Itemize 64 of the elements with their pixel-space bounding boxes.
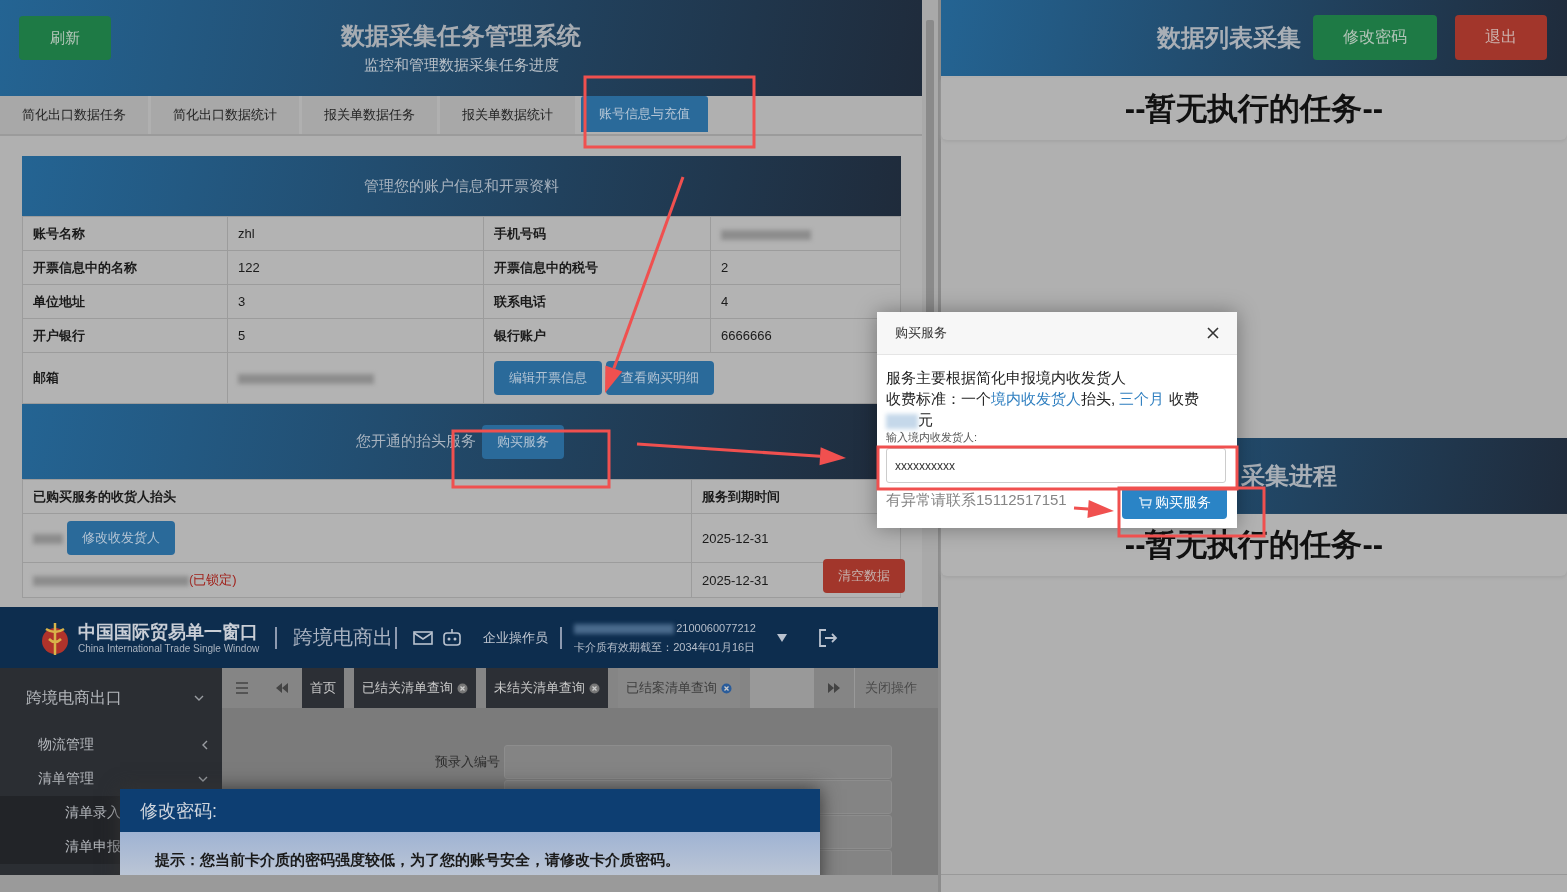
- fee-text: 收费标准：一个境内收发货人抬头, 三个月 收费 元: [886, 389, 1200, 430]
- tab[interactable]: 报关单数据统计: [440, 96, 575, 134]
- menu-group[interactable]: 跨境电商出口: [26, 687, 122, 709]
- field-value: 2: [710, 250, 901, 285]
- consignee-input[interactable]: xxxxxxxxxx: [886, 448, 1226, 483]
- menu-item[interactable]: 清单管理: [38, 770, 94, 788]
- empty-message: --暂无执行的任务--: [1124, 90, 1384, 128]
- field-label: 开户银行: [22, 318, 228, 353]
- operator-label: 企业操作员: [483, 628, 549, 647]
- field-value: 122: [227, 250, 484, 285]
- field-label: 预录入编号: [435, 753, 500, 771]
- logo-subtitle: China International Trade Single Window: [78, 643, 260, 654]
- close-icon[interactable]: [1207, 327, 1219, 339]
- field-label: 账号名称: [22, 216, 228, 251]
- logo-title: 中国国际贸易单一窗口: [78, 621, 259, 643]
- section-title: 管理您的账户信息和开票资料: [364, 176, 559, 196]
- card-number: 2100060077212: [676, 621, 756, 634]
- field-value: 4: [710, 284, 901, 319]
- mail-icon[interactable]: [413, 629, 434, 646]
- dialog-title: 修改密码:: [140, 799, 217, 823]
- module-title: 跨境电商出: [293, 625, 394, 650]
- tab[interactable]: 简化出口数据统计: [151, 96, 299, 134]
- page-title: 数据列表采集: [1157, 23, 1301, 53]
- submenu-item[interactable]: 清单申报: [65, 838, 121, 856]
- column-header: 已购买服务的收货人抬头: [22, 479, 692, 514]
- app-subtitle: 监控和管理数据采集任务进度: [363, 56, 559, 75]
- caret-icon[interactable]: [775, 632, 788, 643]
- field-value: zhl: [227, 216, 484, 251]
- field-label: 开票信息中的税号: [483, 250, 711, 285]
- app-title: 数据采集任务管理系统: [341, 21, 581, 51]
- field-value: 5: [227, 318, 484, 353]
- field-label: 联系电话: [483, 284, 711, 319]
- menu-item[interactable]: 物流管理: [38, 736, 94, 754]
- chevron-down-icon[interactable]: [194, 695, 204, 701]
- robot-icon[interactable]: [441, 627, 464, 648]
- tip-text: 提示：您当前卡介质的密码强度较低，为了您的账号安全，请修改卡介质密码。: [155, 851, 680, 870]
- logout-button[interactable]: 退出: [1455, 15, 1547, 60]
- submenu-item[interactable]: 清单录入: [65, 804, 121, 822]
- chevron-down-icon[interactable]: [198, 776, 208, 782]
- cart-icon: [1138, 497, 1152, 509]
- tab[interactable]: 已结关清单查询: [354, 668, 476, 708]
- locked-label: (已锁定): [189, 572, 237, 587]
- field-label: 银行账户: [483, 318, 711, 353]
- chevron-left-icon[interactable]: [202, 740, 208, 750]
- tab[interactable]: 简化出口数据任务: [0, 96, 148, 134]
- field-label: 邮箱: [22, 352, 228, 404]
- input-label: 输入境内收发货人:: [886, 430, 978, 444]
- tab[interactable]: 未结关清单查询: [486, 668, 608, 708]
- field-label: 开票信息中的名称: [22, 250, 228, 285]
- field-value: 3: [227, 284, 484, 319]
- tab[interactable]: 首页: [302, 668, 344, 708]
- description-text: 服务主要根据简化申报境内收发货人: [886, 368, 1127, 388]
- section-title: 采集进程: [1241, 461, 1337, 491]
- field-label: 手机号码: [483, 216, 711, 251]
- input-field[interactable]: [504, 745, 892, 779]
- card-expiry: 卡介质有效期截至：2034年01月16日: [574, 639, 756, 655]
- blurred-text: [33, 533, 63, 544]
- empty-message: --暂无执行的任务--: [1124, 526, 1384, 564]
- logout-icon[interactable]: [817, 627, 838, 648]
- field-label: 单位地址: [22, 284, 228, 319]
- double-right-icon[interactable]: [827, 683, 841, 693]
- double-left-icon[interactable]: [275, 683, 289, 693]
- tab[interactable]: 报关单数据任务: [302, 96, 437, 134]
- annotation-arrow: [1073, 500, 1114, 519]
